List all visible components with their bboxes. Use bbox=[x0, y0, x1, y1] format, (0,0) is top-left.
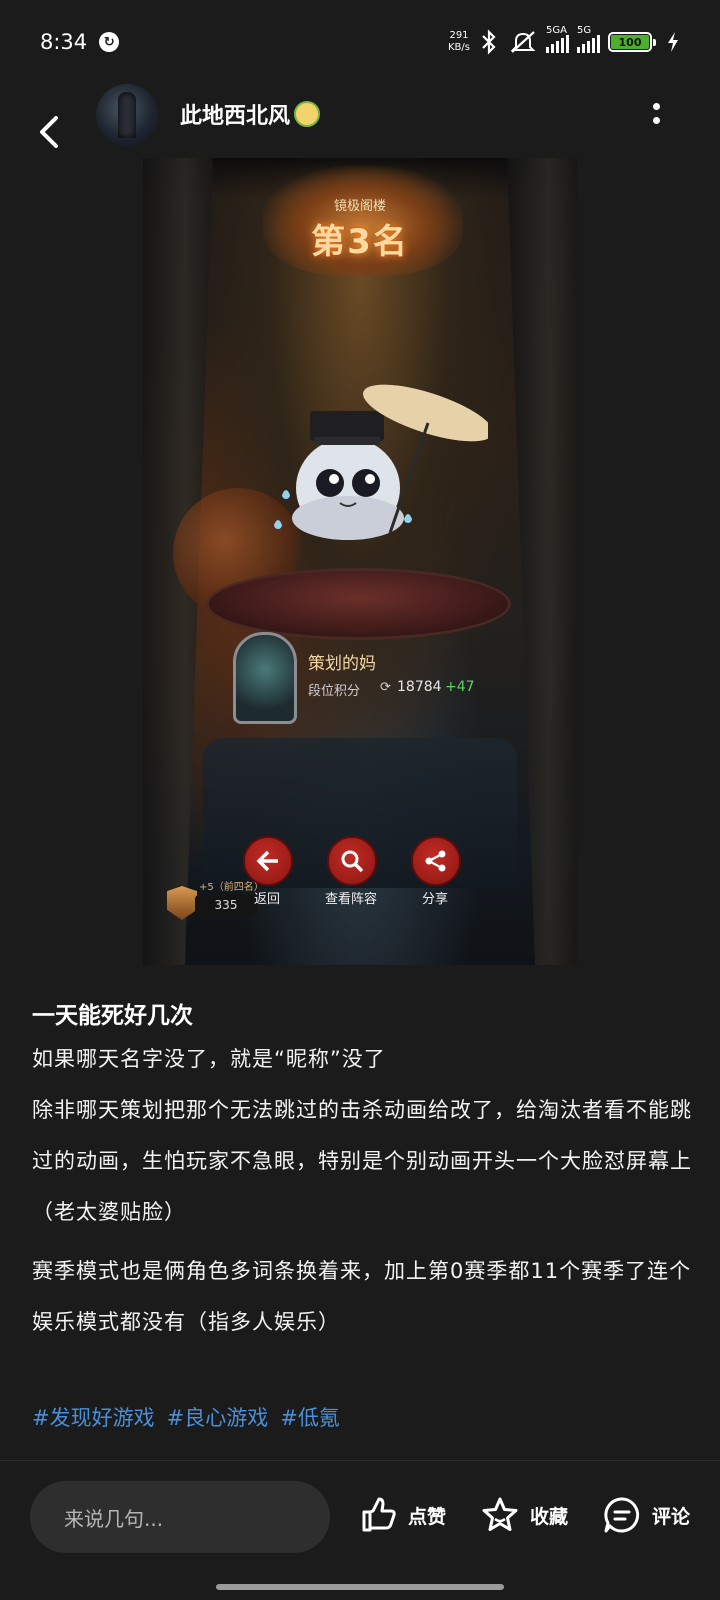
author-avatar[interactable] bbox=[96, 84, 158, 146]
comment-input-placeholder: 来说几句... bbox=[64, 1506, 164, 1531]
hashtag-link[interactable]: #低氪 bbox=[280, 1402, 340, 1432]
hashtag-list: #发现好游戏 #良心游戏 #低氪 bbox=[32, 1402, 340, 1432]
game-view-lineup-button bbox=[327, 836, 377, 886]
arrow-left-icon bbox=[256, 850, 278, 872]
game-back-button bbox=[243, 836, 293, 886]
status-indicators: 291 KB/s 5GA 5G 100 bbox=[448, 25, 680, 55]
score-value: 18784 bbox=[397, 679, 442, 695]
comment-bubble-icon bbox=[604, 1497, 640, 1533]
game-view-lineup-label: 查看阵容 bbox=[324, 892, 377, 907]
network-speed: 291 KB/s bbox=[448, 30, 470, 54]
hashtag-link[interactable]: #良心游戏 bbox=[167, 1402, 269, 1432]
mute-icon bbox=[510, 31, 536, 53]
network-speed-value: 291 bbox=[449, 30, 469, 41]
network-speed-unit: KB/s bbox=[448, 42, 470, 53]
favorite-button[interactable]: 收藏 bbox=[480, 1495, 568, 1535]
game-share-label: 分享 bbox=[421, 892, 448, 907]
comment-label: 评论 bbox=[652, 1505, 691, 1528]
hatch-frame-right bbox=[507, 158, 577, 965]
ghost-character-illustration bbox=[274, 384, 488, 540]
comment-button[interactable]: 评论 bbox=[602, 1495, 690, 1535]
post-paragraph: 赛季模式也是俩角色多词条换着来，加上第0赛季都11个赛季了连个娱乐模式都没有（指… bbox=[32, 1259, 692, 1334]
post-image[interactable]: 镜极阁楼 第3名 策划的妈 段位积分 ⟳ 18784 +47 +5（前四名） 3… bbox=[143, 158, 577, 965]
rank-subtitle: 镜极阁楼 bbox=[333, 199, 386, 214]
rank-score-label: 段位积分 bbox=[308, 684, 361, 699]
game-share-button bbox=[411, 836, 461, 886]
share-icon bbox=[425, 850, 446, 872]
author-name-container[interactable]: 此地西北风 bbox=[180, 98, 321, 130]
magnifier-icon bbox=[341, 850, 364, 873]
post-title: 一天能死好几次 bbox=[32, 1003, 193, 1029]
signal-1-label: 5GA bbox=[546, 25, 567, 36]
favorite-label: 收藏 bbox=[530, 1505, 569, 1528]
player-name: 策划的妈 bbox=[308, 654, 376, 674]
signal-2-label: 5G bbox=[577, 25, 592, 36]
post-paragraph: 如果哪天名字没了，就是“昵称”没了 bbox=[32, 1047, 386, 1071]
back-button[interactable] bbox=[32, 108, 68, 156]
home-indicator[interactable] bbox=[216, 1584, 504, 1590]
more-options-button[interactable] bbox=[648, 98, 664, 128]
rank-title: 第3名 bbox=[311, 222, 409, 262]
score-icon: ⟳ bbox=[380, 680, 391, 695]
bottom-action-bar: 来说几句... 点赞 收藏 评论 bbox=[0, 1460, 720, 1600]
bluetooth-icon bbox=[482, 29, 496, 55]
post-paragraph: 除非哪天策划把那个无法跳过的击杀动画给改了，给淘汰者看不能跳过的动画，生怕玩家不… bbox=[32, 1098, 692, 1224]
score-delta: +47 bbox=[445, 679, 475, 695]
comment-input[interactable]: 来说几句... bbox=[30, 1481, 330, 1553]
character-emoji-icon bbox=[294, 101, 321, 127]
post-body: 如果哪天名字没了，就是“昵称”没了 除非哪天策划把那个无法跳过的击杀动画给改了，… bbox=[32, 1034, 692, 1348]
battery-level: 100 bbox=[611, 35, 649, 49]
status-bar: 8:34 ↻ 291 KB/s 5GA 5G 100 bbox=[0, 0, 720, 84]
hashtag-link[interactable]: #发现好游戏 bbox=[32, 1402, 155, 1432]
charging-icon bbox=[668, 32, 678, 52]
signal-strength-2: 5G bbox=[577, 25, 600, 53]
like-label: 点赞 bbox=[408, 1505, 447, 1528]
battery-icon: 100 bbox=[608, 32, 656, 52]
star-icon bbox=[482, 1497, 518, 1531]
player-portrait bbox=[233, 632, 297, 724]
author-name: 此地西北风 bbox=[180, 104, 291, 129]
like-button[interactable]: 点赞 bbox=[358, 1495, 446, 1535]
game-back-label: 返回 bbox=[253, 892, 280, 907]
sync-icon: ↻ bbox=[99, 32, 120, 52]
signal-strength-1: 5GA bbox=[546, 25, 569, 53]
thumbs-up-icon bbox=[362, 1497, 396, 1532]
status-time: 8:34 bbox=[40, 30, 88, 54]
pedestal bbox=[206, 568, 511, 640]
